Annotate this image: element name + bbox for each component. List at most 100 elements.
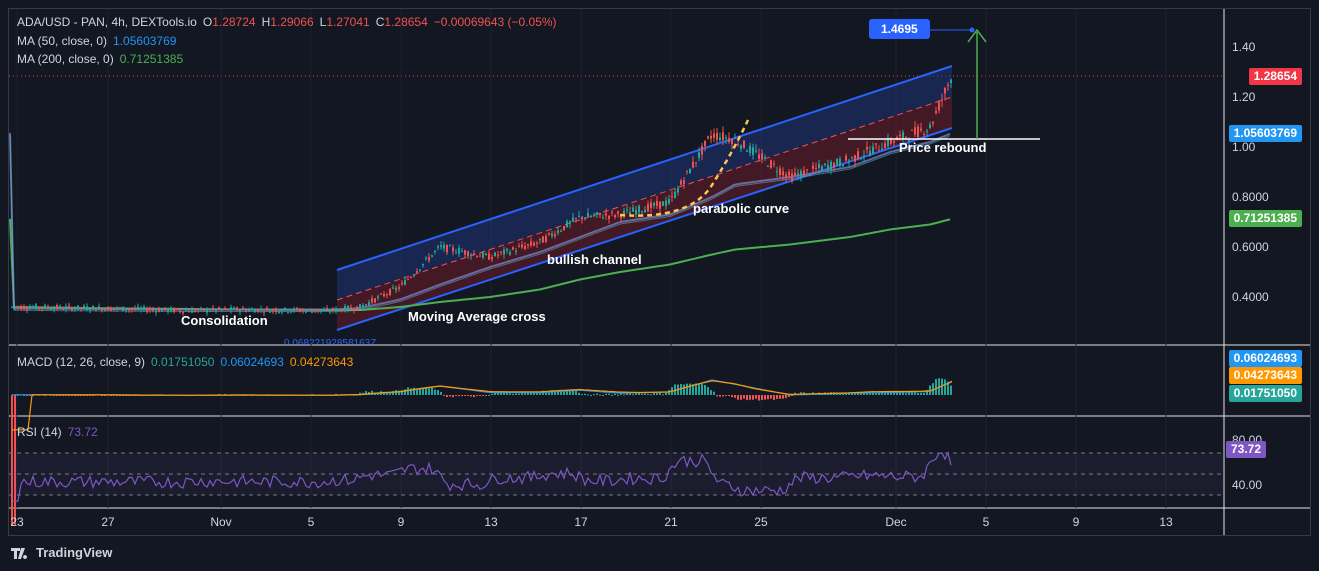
candle-body — [434, 250, 436, 252]
candle-body — [392, 287, 394, 289]
candle-body — [314, 311, 316, 313]
macd-histogram-bar — [746, 395, 748, 401]
y-tick-5: 0.6000 — [1232, 240, 1269, 254]
macd-histogram-bar — [500, 392, 502, 395]
ma50-legend: MA (50, close, 0) 1.05603769 — [17, 34, 182, 48]
candle-body — [350, 307, 352, 309]
candle-body — [413, 275, 415, 277]
candle-body — [290, 311, 292, 313]
candle-body — [71, 307, 73, 311]
candle-body — [596, 212, 598, 215]
x-tick-13: 13 — [1159, 515, 1173, 529]
macd-histogram-bar — [428, 388, 430, 395]
brand-name: TradingView — [36, 545, 113, 560]
high-value: 1.29066 — [270, 15, 314, 29]
candle-body — [491, 256, 493, 260]
candle-body — [230, 307, 232, 311]
candle-body — [899, 134, 901, 137]
candle-body — [881, 148, 883, 151]
candle-body — [287, 312, 289, 314]
candle-body — [17, 306, 19, 308]
candle-body — [902, 132, 904, 139]
candle-body — [212, 307, 214, 310]
candle-body — [674, 191, 676, 198]
candle-body — [299, 310, 301, 312]
candle-body — [332, 308, 334, 311]
candle-body — [83, 305, 85, 309]
candle-body — [176, 308, 178, 311]
candle-body — [509, 252, 511, 255]
candle-body — [626, 209, 628, 211]
macd-histogram-bar — [716, 395, 718, 397]
macd-histogram-bar — [623, 394, 625, 396]
macd-histogram-bar — [758, 395, 760, 401]
candle-body — [578, 215, 580, 217]
macd-histogram-bar — [632, 394, 634, 396]
candle-body — [131, 308, 133, 310]
candle-body — [599, 212, 601, 215]
candle-body — [416, 271, 418, 273]
y-tick-4: 0.8000 — [1232, 190, 1269, 204]
tradingview-logo[interactable]: TradingView — [10, 545, 112, 560]
candle-body — [920, 128, 922, 131]
candle-body — [536, 242, 538, 244]
candle-body — [302, 309, 304, 311]
macd-histogram-bar — [782, 395, 784, 399]
y-tick-3: 1.00 — [1232, 140, 1256, 154]
macd-line — [12, 379, 953, 396]
candle-body — [539, 238, 541, 241]
candle-body — [443, 245, 445, 249]
macd-histogram-bar — [749, 395, 751, 400]
candle-body — [215, 309, 217, 312]
candle-body — [272, 309, 274, 311]
candle-body — [938, 102, 940, 111]
consolidation-annotation: Consolidation — [181, 313, 268, 328]
bullish-channel-annotation: bullish channel — [547, 252, 642, 267]
candle-body — [605, 213, 607, 216]
channel-lower-fill — [337, 97, 952, 330]
candle-body — [281, 311, 283, 313]
x-tick-7: 17 — [574, 515, 588, 529]
candle-body — [470, 254, 472, 256]
candle-body — [143, 306, 145, 310]
price-target-badge[interactable]: 1.4695 — [869, 19, 930, 39]
candle-body — [317, 309, 319, 312]
candle-body — [104, 309, 106, 311]
candle-body — [323, 309, 325, 312]
candle-body — [590, 215, 592, 218]
high-label: H1.29066 — [262, 15, 314, 29]
candle-body — [779, 168, 781, 176]
candle-body — [662, 201, 664, 206]
candle-body — [647, 204, 649, 212]
macd-label: MACD (12, 26, close, 9) — [17, 355, 146, 369]
candle-body — [62, 309, 64, 311]
candle-body — [137, 306, 139, 310]
candle-body — [197, 309, 199, 311]
macd-tag: 0.06024693 — [1228, 350, 1302, 367]
candle-body — [587, 213, 589, 217]
candle-body — [770, 160, 772, 168]
candle-body — [839, 158, 841, 166]
macd-histogram-bar — [578, 392, 580, 395]
candle-body — [179, 310, 181, 312]
candle-body — [560, 230, 562, 232]
candle-body — [353, 309, 355, 311]
candle-body — [941, 99, 943, 101]
symbol-title: ADA/USD - PAN, 4h, DEXTools.io — [17, 15, 197, 29]
candle-body — [533, 242, 535, 246]
candle-body — [377, 296, 379, 298]
macd-histogram-bar — [488, 394, 490, 396]
price-chart-canvas[interactable] — [0, 0, 1319, 571]
candle-body — [656, 200, 658, 206]
candle-body — [545, 235, 547, 242]
candle-body — [743, 140, 745, 148]
candle-body — [47, 306, 49, 309]
candle-body — [368, 302, 370, 306]
candle-body — [632, 207, 634, 212]
candle-body — [848, 160, 850, 163]
ma50-value: 1.05603769 — [113, 34, 177, 48]
candle-body — [407, 279, 409, 281]
candle-body — [794, 172, 796, 176]
candle-body — [479, 255, 481, 257]
macd-histogram-bar — [710, 390, 712, 395]
